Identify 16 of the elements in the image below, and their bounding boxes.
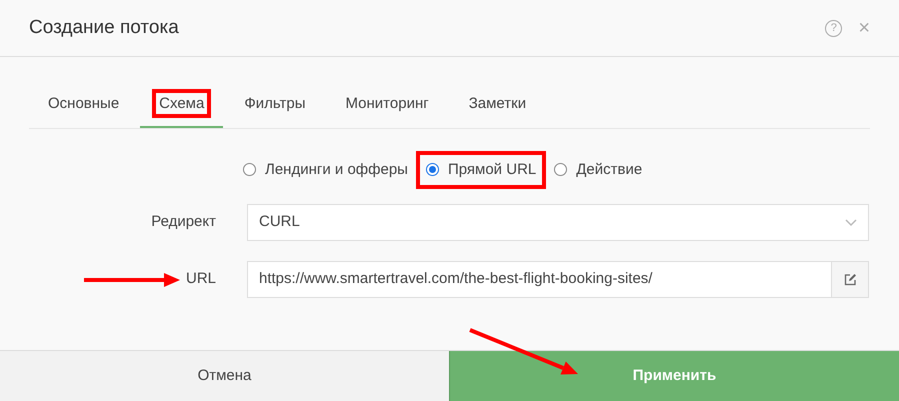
field-label: URL xyxy=(186,269,216,290)
edit-button[interactable] xyxy=(832,261,869,298)
edit-icon xyxy=(844,273,856,286)
tab[interactable]: Заметки xyxy=(450,93,546,128)
radio-option[interactable]: Лендинги и офферы xyxy=(237,154,414,185)
chevron-icon xyxy=(845,218,857,226)
radio-option[interactable]: Действие xyxy=(548,154,648,185)
cancel-button[interactable]: Отмена xyxy=(0,351,449,401)
tab[interactable]: Основные xyxy=(29,93,138,128)
field-label: Редирект xyxy=(151,212,216,232)
url-field[interactable]: https://www.smartertravel.com/the-best-flight-booking-sites/ xyxy=(247,261,832,298)
tab[interactable]: Мониторинг xyxy=(326,93,448,128)
radio-option[interactable]: Прямой URL xyxy=(420,154,542,185)
tab[interactable]: Фильтры xyxy=(225,93,325,128)
window-title: Создание потока xyxy=(29,16,179,40)
redirect-select[interactable]: CURL xyxy=(247,204,869,241)
